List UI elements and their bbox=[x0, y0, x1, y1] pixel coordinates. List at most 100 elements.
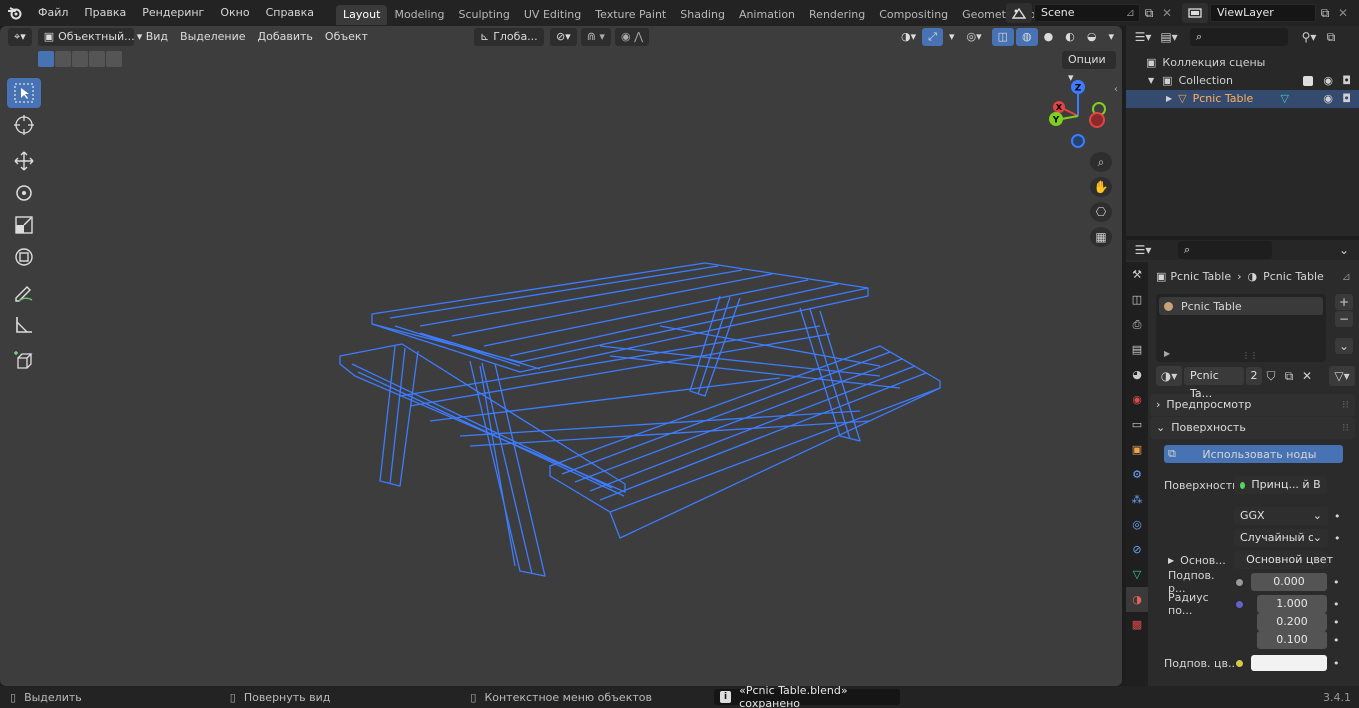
camera-view-icon[interactable]: ⎔ bbox=[1090, 202, 1112, 222]
xray-toggle[interactable]: ◫ bbox=[991, 28, 1014, 46]
link-type-icon[interactable]: ▽▾ bbox=[1329, 366, 1355, 386]
unlink-material-icon[interactable]: ✕ bbox=[1298, 366, 1316, 386]
tab-animation[interactable]: Animation bbox=[732, 5, 802, 25]
distribution-dropdown[interactable]: GGX ⌄ bbox=[1234, 507, 1328, 525]
menu-edit[interactable]: Правка bbox=[76, 0, 134, 26]
scene-tab-icon[interactable]: ◕ bbox=[1126, 362, 1148, 387]
resize-handle-icon[interactable]: ⋮⋮ bbox=[1242, 351, 1258, 360]
outliner-search-input[interactable]: ⌕ bbox=[1190, 28, 1288, 46]
pin-icon[interactable]: ⊿ bbox=[1126, 5, 1135, 21]
texture-tab-icon[interactable]: ▩ bbox=[1126, 612, 1148, 637]
menu-add[interactable]: Добавить bbox=[252, 28, 319, 46]
rendered-shading-button[interactable]: ◒ bbox=[1081, 28, 1103, 46]
modifier-tab-icon[interactable]: ⚙ bbox=[1126, 462, 1148, 487]
browse-material-icon[interactable]: ◑▾ bbox=[1156, 366, 1182, 386]
solid-shading-button[interactable]: ● bbox=[1038, 28, 1060, 46]
orientation-dropdown[interactable]: ⊾ Глоба... bbox=[473, 28, 544, 46]
eye-icon[interactable]: ◉ bbox=[1323, 90, 1333, 108]
new-view-layer-icon[interactable]: ⧉ bbox=[1316, 3, 1334, 23]
fake-user-icon[interactable]: ⛉ bbox=[1262, 366, 1280, 386]
sidebar-toggle-icon[interactable]: ‹ bbox=[1114, 84, 1118, 95]
drag-handle-icon[interactable]: ⁝⁝ bbox=[1342, 394, 1349, 416]
vector-socket-icon[interactable] bbox=[1234, 598, 1245, 610]
zoom-icon[interactable]: ⌕ bbox=[1090, 152, 1112, 172]
measure-tool[interactable] bbox=[7, 310, 41, 340]
add-cube-tool[interactable] bbox=[7, 346, 41, 376]
pan-hand-icon[interactable]: ✋ bbox=[1090, 177, 1112, 197]
tab-uv-editing[interactable]: UV Editing bbox=[517, 5, 588, 25]
drag-handle-icon[interactable]: ⁝⁝ bbox=[1342, 417, 1349, 439]
eye-icon[interactable]: ◉ bbox=[1323, 72, 1333, 90]
perspective-grid-icon[interactable]: ▦ bbox=[1090, 227, 1112, 247]
expand-arrow-icon[interactable]: ▼ bbox=[1148, 72, 1154, 90]
status-report[interactable]: i «Pcnic Table.blend» сохранено bbox=[713, 684, 900, 708]
panel-preview[interactable]: › Предпросмотр ⁝⁝ bbox=[1150, 394, 1355, 416]
new-collection-icon[interactable]: ⧉ bbox=[1320, 27, 1342, 47]
proportional-editing-toggle[interactable]: ◉ ⋀ bbox=[614, 28, 650, 46]
editor-type-dropdown[interactable]: ⌖▾ bbox=[8, 28, 32, 46]
float-socket-icon[interactable] bbox=[1234, 576, 1245, 588]
tab-sculpting[interactable]: Sculpting bbox=[452, 5, 517, 25]
select-subtract-icon[interactable] bbox=[72, 51, 88, 67]
add-slot-button[interactable]: + bbox=[1335, 294, 1353, 310]
new-scene-icon[interactable]: ⧉ bbox=[1140, 3, 1158, 23]
display-mode-icon[interactable]: ▤▾ bbox=[1158, 27, 1180, 47]
keyframe-dot-icon[interactable]: • bbox=[1334, 532, 1341, 545]
outliner-item-picnic-table[interactable]: ▶ ▽ Pcnic Table ▽ ◉ ◘ bbox=[1126, 90, 1359, 108]
tab-compositing[interactable]: Compositing bbox=[872, 5, 955, 25]
blender-logo-icon[interactable] bbox=[4, 3, 26, 23]
scene-icon[interactable] bbox=[1006, 3, 1032, 23]
material-name-field[interactable]: Pcnic Ta... bbox=[1184, 367, 1244, 400]
base-color-link-field[interactable]: Основной цвет bbox=[1234, 551, 1333, 569]
move-tool[interactable] bbox=[7, 146, 41, 176]
duplicate-material-icon[interactable]: ⧉ bbox=[1280, 366, 1298, 386]
keyframe-dot-icon[interactable]: • bbox=[1333, 657, 1340, 670]
material-shading-button[interactable]: ◐ bbox=[1059, 28, 1081, 46]
radius-x-field[interactable]: 1.000 bbox=[1257, 595, 1327, 613]
exclude-checkbox[interactable] bbox=[1303, 76, 1313, 86]
subsurface-value-field[interactable]: 0.000 bbox=[1251, 573, 1327, 591]
gizmo-toggle[interactable]: ⤢ bbox=[922, 28, 943, 46]
subsurface-method-dropdown[interactable]: Случайный об... ⌄ bbox=[1234, 529, 1328, 547]
3d-viewport[interactable] bbox=[0, 26, 1122, 686]
outliner-editor-icon[interactable]: ☰▾ bbox=[1132, 27, 1154, 47]
gizmo-dropdown[interactable]: ▾ bbox=[943, 28, 961, 46]
pivot-point-dropdown[interactable]: ⊘▾ bbox=[549, 28, 577, 46]
tab-modeling[interactable]: Modeling bbox=[387, 5, 451, 25]
scale-tool[interactable] bbox=[7, 210, 41, 240]
neg-x-axis-icon[interactable] bbox=[1089, 112, 1105, 128]
collection-tab-icon[interactable]: ▭ bbox=[1126, 412, 1148, 437]
menu-window[interactable]: Окно bbox=[212, 0, 257, 26]
select-new-icon[interactable] bbox=[38, 51, 54, 67]
delete-scene-icon[interactable]: ✕ bbox=[1158, 3, 1176, 23]
annotate-tool[interactable] bbox=[7, 278, 41, 308]
keyframe-dot-icon[interactable]: • bbox=[1333, 576, 1340, 589]
material-slot[interactable]: Pcnic Table bbox=[1159, 297, 1323, 315]
wireframe-shading-button[interactable]: ◍ bbox=[1016, 28, 1038, 46]
view-layer-tab-icon[interactable]: ▤ bbox=[1126, 337, 1148, 362]
menu-render[interactable]: Рендеринг bbox=[134, 0, 212, 26]
keyframe-dot-icon[interactable]: • bbox=[1334, 510, 1341, 523]
navigation-gizmo[interactable]: Z X Y bbox=[1040, 78, 1116, 154]
camera-icon[interactable]: ◘ bbox=[1342, 72, 1351, 90]
rotate-tool[interactable] bbox=[7, 178, 41, 208]
menu-view[interactable]: Вид bbox=[140, 28, 174, 46]
delete-view-layer-icon[interactable]: ✕ bbox=[1334, 3, 1352, 23]
tab-rendering[interactable]: Rendering bbox=[802, 5, 872, 25]
keyframe-dot-icon[interactable]: • bbox=[1333, 598, 1340, 611]
tab-layout[interactable]: Layout bbox=[336, 5, 388, 25]
use-nodes-button[interactable]: ⧉ Использовать ноды bbox=[1164, 445, 1343, 463]
physics-tab-icon[interactable]: ◎ bbox=[1126, 512, 1148, 537]
radius-z-field[interactable]: 0.100 bbox=[1257, 631, 1327, 649]
select-extend-icon[interactable] bbox=[55, 51, 71, 67]
expand-arrow-icon[interactable]: ▶ bbox=[1164, 349, 1170, 358]
snapping-dropdown[interactable]: ⋒ ▾ bbox=[580, 28, 611, 46]
neg-z-axis-icon[interactable] bbox=[1071, 134, 1085, 148]
visibility-dropdown[interactable]: ◑▾ bbox=[895, 28, 922, 46]
particles-tab-icon[interactable]: ⁂ bbox=[1126, 487, 1148, 512]
outliner-item-scene-collection[interactable]: ▣ Коллекция сцены bbox=[1126, 54, 1359, 72]
properties-editor-icon[interactable]: ☰▾ bbox=[1132, 240, 1154, 260]
render-tab-icon[interactable]: ◫ bbox=[1126, 287, 1148, 312]
filter-icon[interactable]: ⚲▾ bbox=[1298, 27, 1320, 47]
object-tab-icon[interactable]: ▣ bbox=[1126, 437, 1148, 462]
